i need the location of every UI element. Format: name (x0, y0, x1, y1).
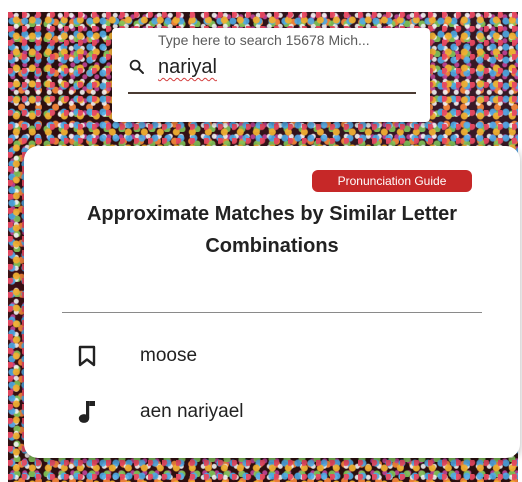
search-input[interactable]: nariyal (158, 56, 217, 79)
divider (62, 312, 482, 313)
music-note-icon (62, 400, 118, 424)
search-placeholder: Type here to search 15678 Mich... (158, 32, 370, 48)
search-box: Type here to search 15678 Mich... nariya… (112, 28, 430, 122)
search-icon (129, 59, 144, 74)
result-item-moose[interactable]: moose (62, 336, 482, 376)
results-card: Pronunciation Guide Approximate Matches … (24, 146, 520, 458)
result-label: aen nariyael (140, 401, 244, 422)
bookmark-icon (62, 344, 118, 368)
results-title: Approximate Matches by Similar Letter Co… (86, 203, 458, 257)
pronunciation-guide-button[interactable]: Pronunciation Guide (312, 170, 472, 192)
result-item-aen-nariyael[interactable]: aen nariyael (62, 392, 482, 432)
result-label: moose (140, 345, 198, 366)
search-underline (128, 92, 416, 94)
